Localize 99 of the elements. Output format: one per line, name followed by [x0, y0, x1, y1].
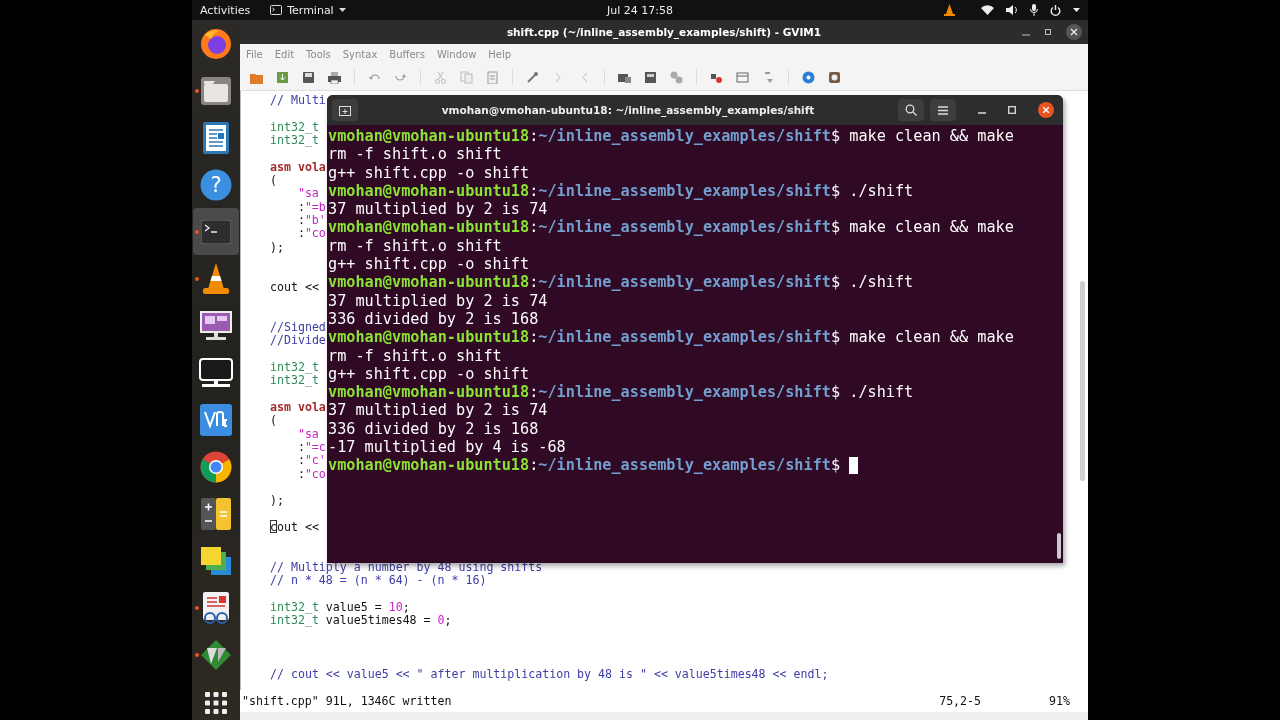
code-line: int32_t [270, 359, 319, 374]
scrollbar-thumb[interactable] [1057, 533, 1061, 559]
code-line: :"co [297, 226, 326, 241]
cursor-position: 75,2-5 [939, 694, 982, 708]
scroll-percent: 91% [1049, 694, 1070, 708]
window-title: vmohan@vmohan-ubuntu18: ~/inline_assembly_examples/shift [440, 104, 816, 116]
menu-item[interactable]: Window [436, 48, 477, 60]
power-icon[interactable] [1050, 4, 1061, 16]
output-line: 336 divided by 2 is 168 [328, 419, 539, 439]
code-line: // Multi [270, 93, 326, 107]
output-line: 37 multiplied by 2 is 74 [328, 291, 548, 310]
app-menu[interactable]: Terminal [270, 3, 346, 17]
save-icon[interactable] [302, 70, 315, 84]
calculator-icon[interactable] [201, 497, 231, 530]
document-viewer-icon[interactable] [202, 591, 230, 624]
search-icon [905, 104, 917, 116]
code-line: :"c' [297, 453, 326, 468]
save-down-icon[interactable] [276, 70, 289, 84]
code-line: int32_t value5 = 10; [270, 600, 410, 615]
code-line: ( [270, 173, 277, 188]
clock[interactable]: Jul 24 17:58 [607, 3, 673, 17]
menu-item[interactable]: Syntax [342, 48, 378, 60]
code-line: ); [270, 239, 284, 254]
volume-icon[interactable] [1006, 5, 1018, 15]
replace-icon[interactable] [526, 70, 539, 84]
code-line: // cout << value5 << " after multiplication by 48 is " << value5times48 << endl; [270, 666, 829, 681]
folder-icon[interactable] [201, 76, 231, 105]
menu-button[interactable] [930, 99, 956, 121]
code-line: int32_t [270, 119, 319, 134]
browser-icon[interactable] [199, 26, 233, 61]
output-line: g++ shift.cpp -o shift [328, 163, 530, 182]
prompt-line: vmohan@vmohan-ubuntu18:~/inline_assembly_examples/shift$ [328, 456, 841, 475]
wifi-icon[interactable] [981, 5, 994, 15]
terminal-icon[interactable] [201, 219, 231, 244]
output-line: g++ shift.cpp -o shift [328, 255, 530, 274]
code-line: //Divide [270, 333, 326, 348]
prompt-line: vmohan@vmohan-ubuntu18:~/inline_assembly_examples/shift$ make clean && make [328, 328, 1014, 347]
sticky-notes-icon[interactable] [201, 546, 231, 575]
code-line: //Signed [270, 319, 326, 334]
menu-item[interactable]: Edit [274, 48, 295, 60]
activities-button[interactable]: Activities [200, 3, 251, 17]
output-line: rm -f shift.o shift [328, 236, 502, 256]
search-button[interactable] [898, 99, 924, 121]
prompt-line: vmohan@vmohan-ubuntu18:~/inline_assembly_examples/shift$ ./shift [328, 383, 914, 402]
scrollbar-thumb[interactable] [1080, 281, 1085, 481]
menu-item[interactable]: File [246, 48, 263, 60]
maximize-icon[interactable] [1008, 106, 1016, 114]
app-grid-icon[interactable] [205, 692, 227, 714]
code-line: "sa [297, 426, 319, 441]
code-line: ( [270, 413, 277, 428]
close-icon[interactable] [1066, 24, 1082, 40]
remote-desktop-icon[interactable] [200, 403, 232, 436]
menu-item[interactable]: Help [488, 48, 512, 60]
document-icon[interactable] [203, 121, 229, 154]
output-line: 336 divided by 2 is 168 [328, 309, 539, 329]
output-line: 37 multiplied by 2 is 74 [328, 200, 548, 219]
window-title: shift.cpp (~/inline_assembly_examples/shift) - GVIM1 [506, 26, 822, 38]
code-line: ); [270, 493, 284, 508]
prompt-line: vmohan@vmohan-ubuntu18:~/inline_assembly_examples/shift$ ./shift [328, 273, 914, 292]
output-line: g++ shift.cpp -o shift [328, 364, 530, 384]
output-line: rm -f shift.o shift [328, 145, 502, 164]
output-line: rm -f shift.o shift [328, 346, 502, 365]
cone-icon[interactable] [944, 4, 955, 16]
code-line: :"co [297, 466, 326, 481]
code-line: cout << [270, 279, 319, 294]
caret-icon [338, 7, 346, 13]
monitor-icon[interactable] [199, 357, 233, 388]
code-line: asm vola [270, 159, 326, 174]
code-line: asm vola [270, 399, 326, 414]
code-line: int32_t value5times48 = 0; [270, 613, 452, 628]
output-line: 37 multiplied by 2 is 74 [328, 401, 548, 420]
traffic-cone-icon[interactable] [202, 262, 230, 295]
editor-logo-icon[interactable] [201, 639, 231, 670]
round-logo-icon[interactable] [200, 450, 232, 483]
microphone-icon[interactable] [1030, 4, 1038, 16]
menu-item[interactable]: Buffers [389, 48, 425, 60]
close-icon[interactable] [1038, 102, 1054, 118]
print-icon[interactable] [328, 70, 341, 84]
code-line: :"b' [297, 213, 326, 228]
code-line: :"=b [297, 199, 326, 214]
menu-icon [938, 105, 948, 115]
code-line: :"=c [297, 439, 326, 454]
prompt-line: vmohan@vmohan-ubuntu18:~/inline_assembly_examples/shift$ ./shift [328, 181, 914, 201]
code-line: int32_t [270, 373, 319, 388]
prompt-line: vmohan@vmohan-ubuntu18:~/inline_assembly_examples/shift$ make clean && make [328, 218, 1014, 237]
caret-icon[interactable] [1073, 7, 1080, 13]
maximize-icon[interactable] [1044, 28, 1052, 36]
code-line: // n * 48 = (n * 64) - (n * 16) [270, 573, 487, 588]
menu-item[interactable]: Tools [306, 48, 331, 60]
prompt-line: vmohan@vmohan-ubuntu18:~/inline_assembly_examples/shift$ make clean && make [328, 127, 1014, 146]
code-line: "sa [297, 186, 319, 201]
status-message: "shift.cpp" 91L, 1346C written [242, 694, 452, 708]
output-line: -17 multiplied by 4 is -68 [328, 438, 566, 457]
new-tab-button[interactable] [332, 99, 358, 121]
terminal-icon [270, 5, 283, 15]
new-tab-icon [339, 104, 351, 116]
code-line: int32_t [270, 133, 319, 148]
monitor-icon[interactable] [200, 310, 232, 341]
help-icon[interactable]: ? [200, 168, 232, 201]
